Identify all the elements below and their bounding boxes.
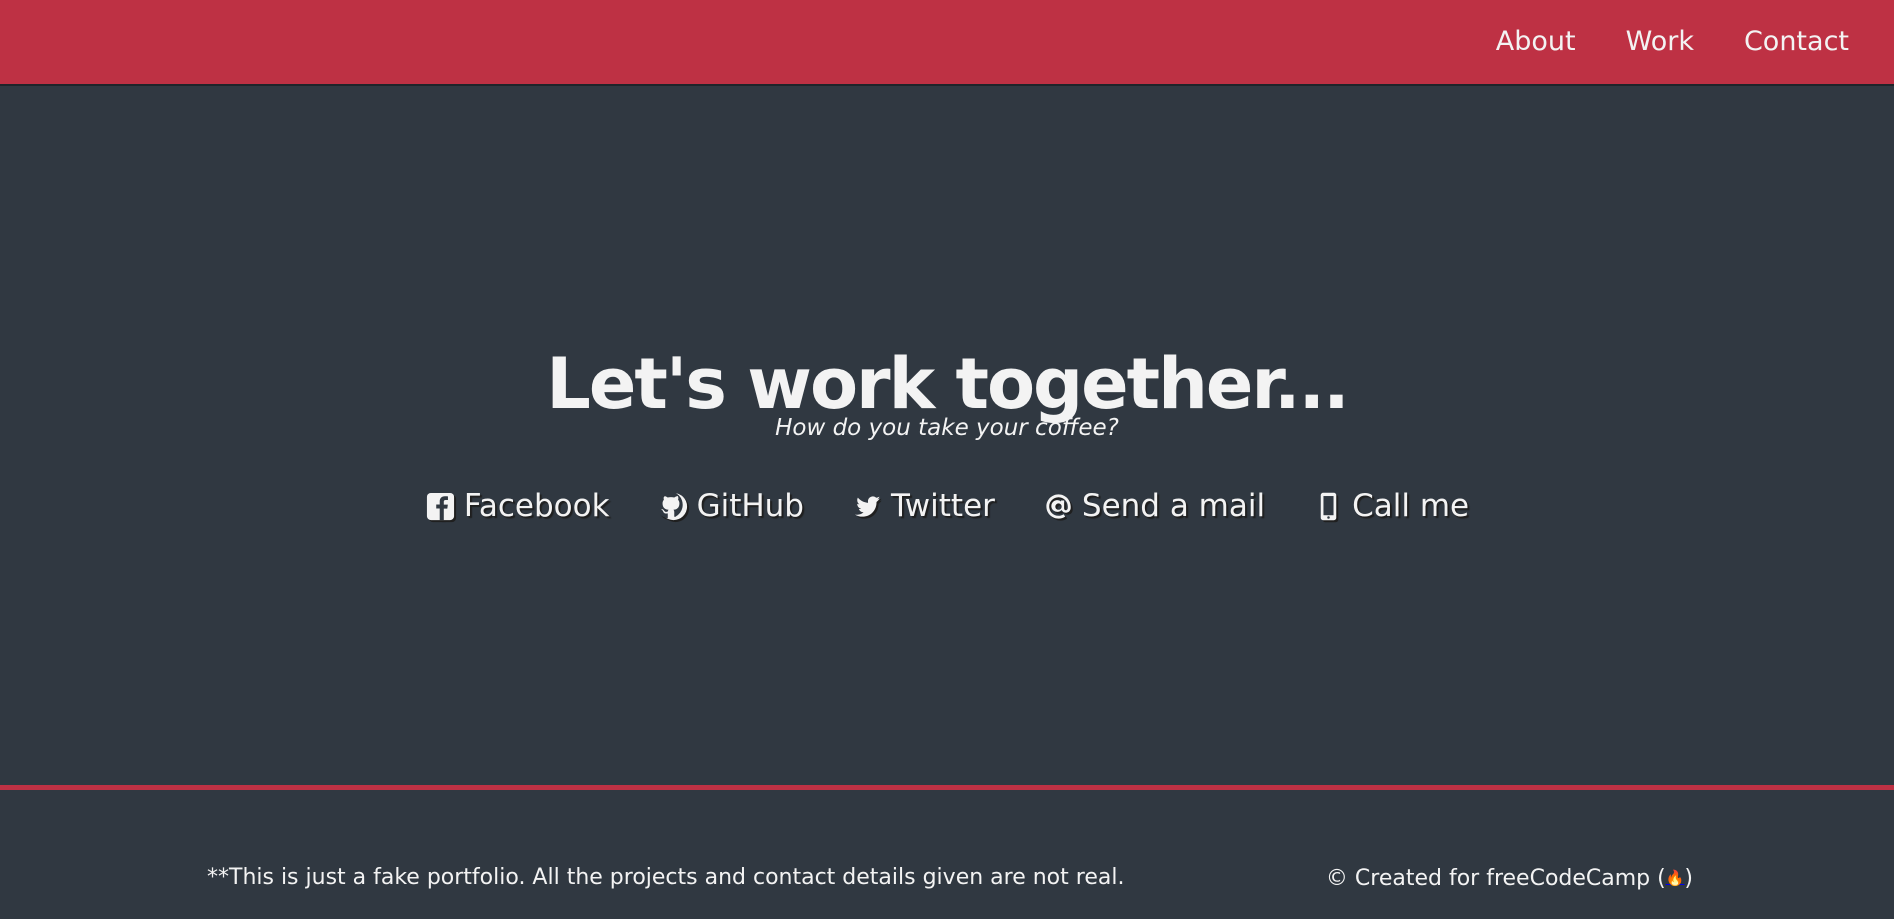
top-navigation: About Work Contact bbox=[0, 0, 1894, 86]
contact-section: Let's work together... How do you take y… bbox=[0, 86, 1894, 785]
footer: **This is just a fake portfolio. All the… bbox=[0, 785, 1894, 919]
at-icon bbox=[1043, 491, 1074, 522]
twitter-link[interactable]: Twitter bbox=[852, 486, 995, 526]
nav-link-about[interactable]: About bbox=[1496, 24, 1576, 60]
mobile-phone-icon bbox=[1313, 491, 1344, 522]
github-icon bbox=[657, 490, 689, 522]
facebook-link[interactable]: Facebook bbox=[425, 486, 610, 526]
page-subtitle: How do you take your coffee? bbox=[775, 415, 1119, 441]
facebook-icon bbox=[425, 491, 456, 522]
send-mail-link[interactable]: Send a mail bbox=[1043, 486, 1265, 526]
send-mail-label: Send a mail bbox=[1081, 488, 1266, 524]
footer-credit: © Created for freeCodeCamp (🔥) bbox=[1326, 863, 1693, 894]
twitter-label: Twitter bbox=[891, 488, 995, 524]
call-me-label: Call me bbox=[1352, 488, 1470, 524]
footer-disclaimer: **This is just a fake portfolio. All the… bbox=[207, 865, 1125, 890]
facebook-label: Facebook bbox=[463, 488, 610, 524]
nav-link-contact[interactable]: Contact bbox=[1744, 24, 1849, 60]
freecodecamp-fire-icon[interactable]: 🔥 bbox=[1666, 863, 1685, 893]
call-me-link[interactable]: Call me bbox=[1313, 486, 1469, 526]
contact-links: Facebook GitHub Twitter Send a mail Call… bbox=[0, 486, 1894, 526]
footer-credit-suffix: ) bbox=[1684, 866, 1693, 891]
nav-links: About Work Contact bbox=[1496, 24, 1849, 60]
github-label: GitHub bbox=[696, 488, 804, 524]
nav-link-work[interactable]: Work bbox=[1626, 24, 1694, 60]
github-link[interactable]: GitHub bbox=[657, 486, 804, 526]
twitter-icon bbox=[852, 491, 883, 522]
footer-credit-prefix: © Created for freeCodeCamp ( bbox=[1325, 866, 1666, 891]
